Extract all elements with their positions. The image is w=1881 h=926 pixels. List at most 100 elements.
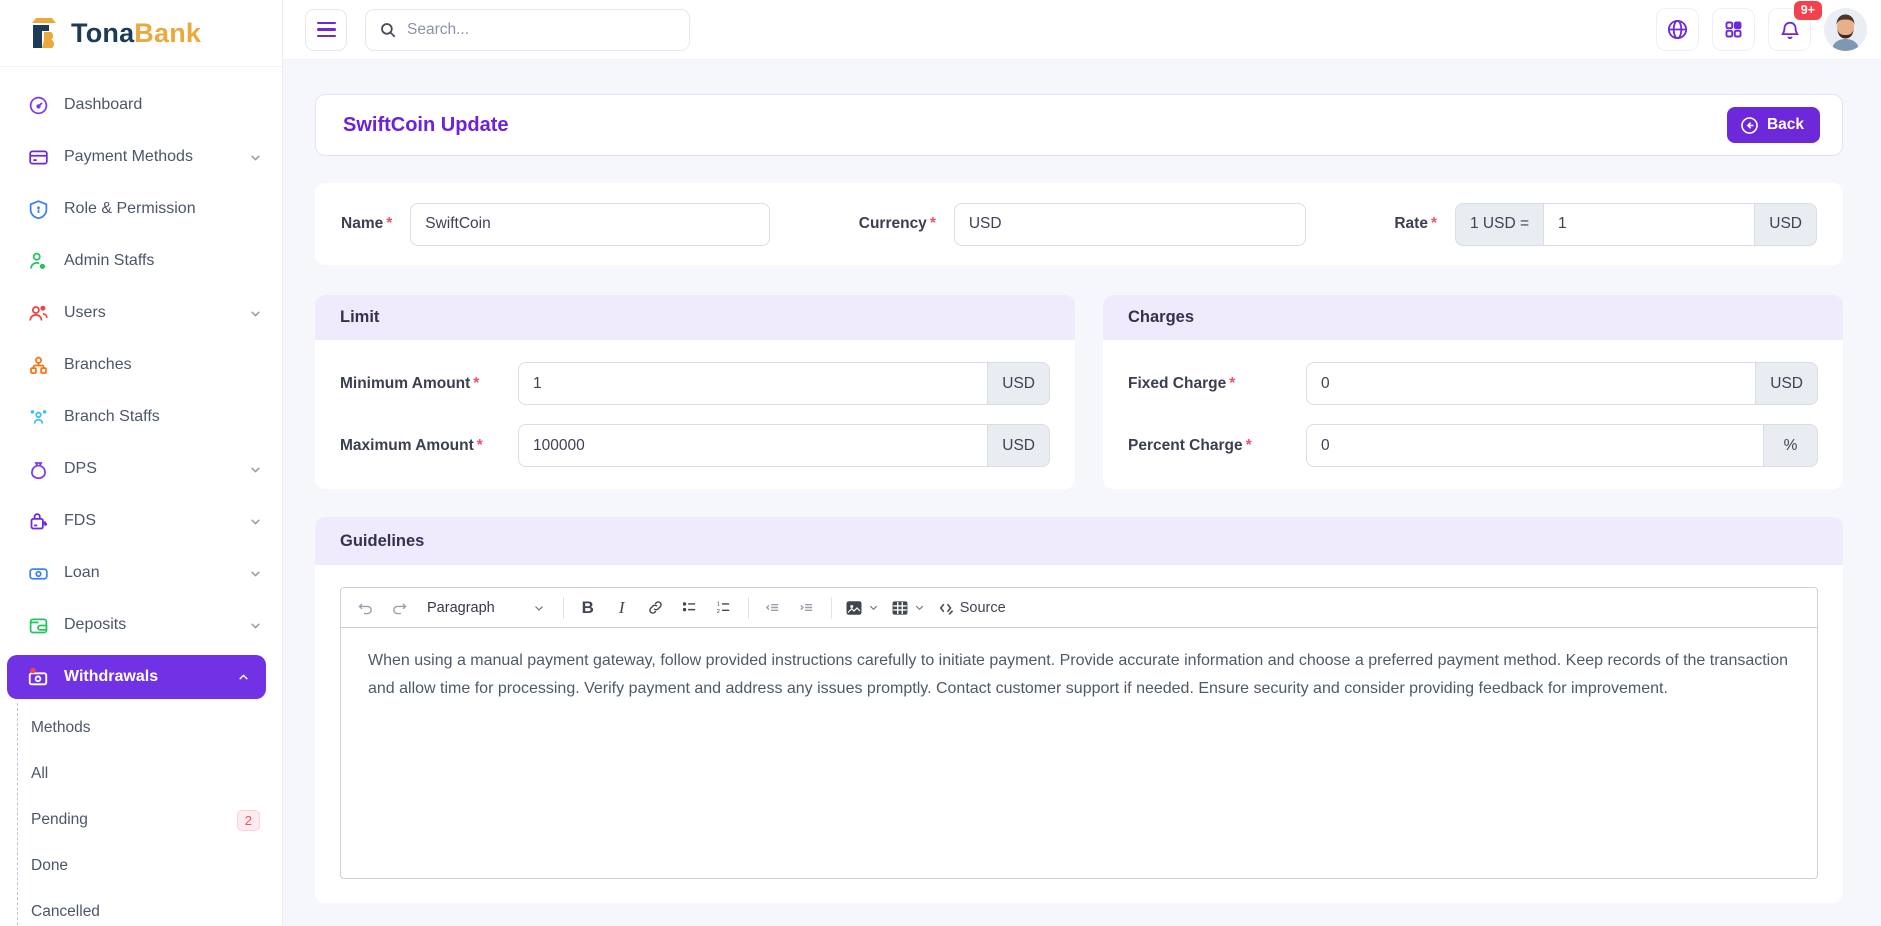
chevron-down-icon <box>249 515 262 528</box>
sidebar-item-dps[interactable]: DPS <box>0 443 282 495</box>
sidebar-item-users[interactable]: Users <box>0 287 282 339</box>
editor-content[interactable]: When using a manual payment gateway, fol… <box>341 628 1817 878</box>
sidebar-item-payment-methods[interactable]: Payment Methods <box>0 131 282 183</box>
sidebar-item-withdrawals[interactable]: Withdrawals <box>7 655 266 699</box>
fixed-charge-row: Fixed Charge* USD <box>1128 362 1818 405</box>
paragraph-style-label: Paragraph <box>427 600 495 616</box>
user-avatar[interactable] <box>1824 8 1867 51</box>
sidebar-item-admin-staffs[interactable]: Admin Staffs <box>0 235 282 287</box>
numbered-list-button[interactable]: 12 <box>708 593 740 623</box>
indent-button[interactable] <box>791 593 823 623</box>
insert-image-button[interactable] <box>840 593 884 623</box>
percent-charge-group: % <box>1306 424 1818 467</box>
submenu-item-methods[interactable]: Methods <box>18 705 282 751</box>
source-code-icon <box>937 599 955 617</box>
sidebar-item-role-permission[interactable]: Role & Permission <box>0 183 282 235</box>
back-button[interactable]: Back <box>1727 107 1820 143</box>
chevron-down-icon <box>249 151 262 164</box>
apps-button[interactable] <box>1712 8 1755 51</box>
sidebar-item-deposits[interactable]: Deposits <box>0 599 282 651</box>
submenu-item-label: Cancelled <box>31 903 100 921</box>
rate-input[interactable] <box>1543 203 1755 246</box>
sidebar-item-dashboard[interactable]: Dashboard <box>0 79 282 131</box>
chevron-down-icon <box>533 602 545 614</box>
sidebar: TonaBank Dashboard Payment Methods Role … <box>0 0 283 926</box>
chevron-down-icon <box>249 567 262 580</box>
submenu-item-cancelled[interactable]: Cancelled <box>18 889 282 926</box>
fixed-charge-suffix: USD <box>1756 362 1818 405</box>
sidebar-item-label: FDS <box>64 512 96 530</box>
notifications-button[interactable]: 9+ <box>1768 8 1811 51</box>
charges-card-header: Charges <box>1103 295 1843 340</box>
sidebar-item-branches[interactable]: Branches <box>0 339 282 391</box>
submenu-item-label: Done <box>31 857 68 875</box>
maximum-amount-suffix: USD <box>988 424 1050 467</box>
submenu-item-pending[interactable]: Pending2 <box>18 797 282 843</box>
percent-charge-row: Percent Charge* % <box>1128 424 1818 467</box>
paragraph-style-dropdown[interactable]: Paragraph <box>417 593 555 623</box>
search-icon <box>379 21 397 39</box>
sidebar-item-label: Deposits <box>64 616 126 634</box>
maximum-amount-group: USD <box>518 424 1050 467</box>
currency-input[interactable] <box>954 203 1306 246</box>
submenu-item-done[interactable]: Done <box>18 843 282 889</box>
brand-name-primary: Tona <box>71 18 134 48</box>
sidebar-toggle-button[interactable] <box>305 9 347 51</box>
maximum-amount-label: Maximum Amount* <box>340 437 518 455</box>
submenu-item-label: All <box>31 765 48 783</box>
notification-count-badge: 9+ <box>1794 1 1822 20</box>
users-icon <box>27 302 49 324</box>
brand-logo[interactable]: TonaBank <box>0 0 282 67</box>
submenu-item-all[interactable]: All <box>18 751 282 797</box>
redo-button[interactable] <box>383 593 415 623</box>
richtext-editor: Paragraph B I 12 <box>340 587 1818 879</box>
italic-button[interactable]: I <box>606 593 638 623</box>
sidebar-item-loan[interactable]: Loan <box>0 547 282 599</box>
sidebar-item-branch-staffs[interactable]: Branch Staffs <box>0 391 282 443</box>
search-box[interactable] <box>365 9 690 51</box>
sidebar-item-label: Dashboard <box>64 96 142 114</box>
outdent-button[interactable] <box>757 593 789 623</box>
language-button[interactable] <box>1656 8 1699 51</box>
insert-table-button[interactable] <box>886 593 930 623</box>
rate-prefix: 1 USD = <box>1455 203 1543 246</box>
sidebar-item-label: Users <box>64 304 106 322</box>
bulleted-list-button[interactable] <box>674 593 706 623</box>
source-button[interactable]: Source <box>932 593 1011 623</box>
page-header-card: SwiftCoin Update Back <box>315 94 1843 156</box>
admin-staff-icon <box>27 250 49 272</box>
money-bag-icon <box>27 458 49 480</box>
basic-fields-card: Name* Currency* Rate* 1 USD = USD <box>315 183 1843 265</box>
indent-icon <box>798 599 815 616</box>
sidebar-item-label: Withdrawals <box>64 668 158 686</box>
percent-charge-suffix: % <box>1764 424 1818 467</box>
chevron-down-icon <box>868 602 879 613</box>
toolbar-separator <box>748 597 749 619</box>
required-mark: * <box>930 215 936 232</box>
svg-text:1: 1 <box>717 602 720 608</box>
search-input[interactable] <box>407 21 676 39</box>
required-mark: * <box>473 375 479 392</box>
apps-grid-icon <box>1723 19 1744 40</box>
rate-label: Rate* <box>1394 215 1437 233</box>
link-button[interactable] <box>640 593 672 623</box>
branch-staffs-icon <box>27 406 49 428</box>
main-area: 9+ SwiftCoin Update <box>283 0 1881 926</box>
sidebar-item-label: Admin Staffs <box>64 252 154 270</box>
sidebar-item-fds[interactable]: FDS <box>0 495 282 547</box>
undo-button[interactable] <box>349 593 381 623</box>
minimum-amount-label: Minimum Amount* <box>340 375 518 393</box>
bell-icon <box>1779 19 1801 41</box>
table-icon <box>891 599 909 617</box>
maximum-amount-input[interactable] <box>518 424 988 467</box>
percent-charge-input[interactable] <box>1306 424 1764 467</box>
dashboard-icon <box>27 94 49 116</box>
fixed-charge-input[interactable] <box>1306 362 1756 405</box>
sidebar-item-label: Loan <box>64 564 100 582</box>
submenu-item-label: Methods <box>31 719 90 737</box>
chevron-up-icon <box>237 671 250 684</box>
name-input[interactable] <box>410 203 770 246</box>
bold-button[interactable]: B <box>572 593 604 623</box>
globe-icon <box>1666 18 1689 41</box>
minimum-amount-input[interactable] <box>518 362 988 405</box>
